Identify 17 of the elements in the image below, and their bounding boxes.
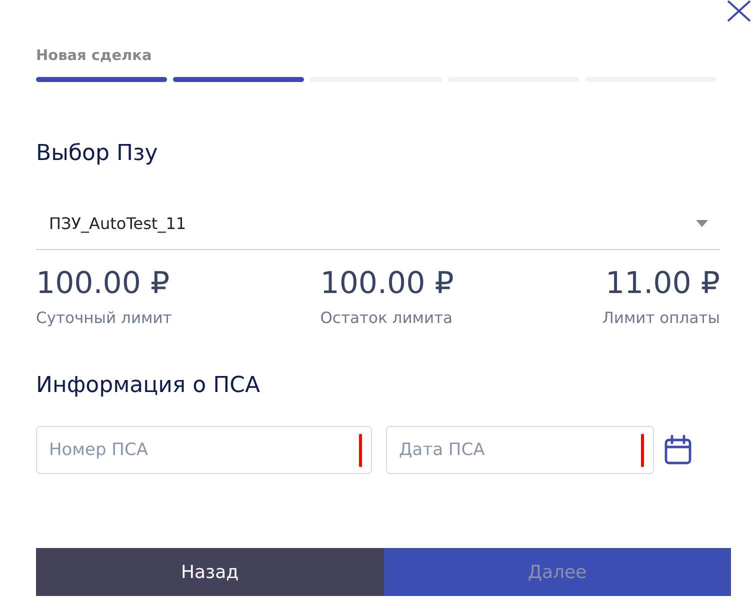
limit-label: Остаток лимита bbox=[320, 308, 454, 328]
close-button[interactable] bbox=[727, 0, 751, 22]
caret-icon bbox=[696, 220, 708, 227]
limit-label: Лимит оплаты bbox=[602, 308, 720, 328]
calendar-icon[interactable] bbox=[664, 435, 692, 465]
limit-amount: 100.00 ₽ bbox=[320, 266, 454, 302]
number-field[interactable]: Номер ПСА bbox=[36, 426, 372, 474]
limit-label: Суточный лимит bbox=[36, 308, 172, 328]
date-field[interactable]: Дата ПСА bbox=[386, 426, 654, 474]
pzu-select[interactable]: ПЗУ_AutoTest_11 bbox=[36, 198, 720, 250]
limit-amount: 11.00 ₽ bbox=[605, 266, 720, 302]
close-icon bbox=[727, 0, 751, 22]
limit-amount: 100.00 ₽ bbox=[36, 266, 171, 302]
section-heading: Выбор Пзу bbox=[36, 140, 159, 168]
section-heading: Информация о ПСА bbox=[36, 372, 262, 400]
back-button[interactable]: Назад bbox=[36, 548, 384, 596]
wizard-title: Новая сделка bbox=[36, 47, 153, 66]
